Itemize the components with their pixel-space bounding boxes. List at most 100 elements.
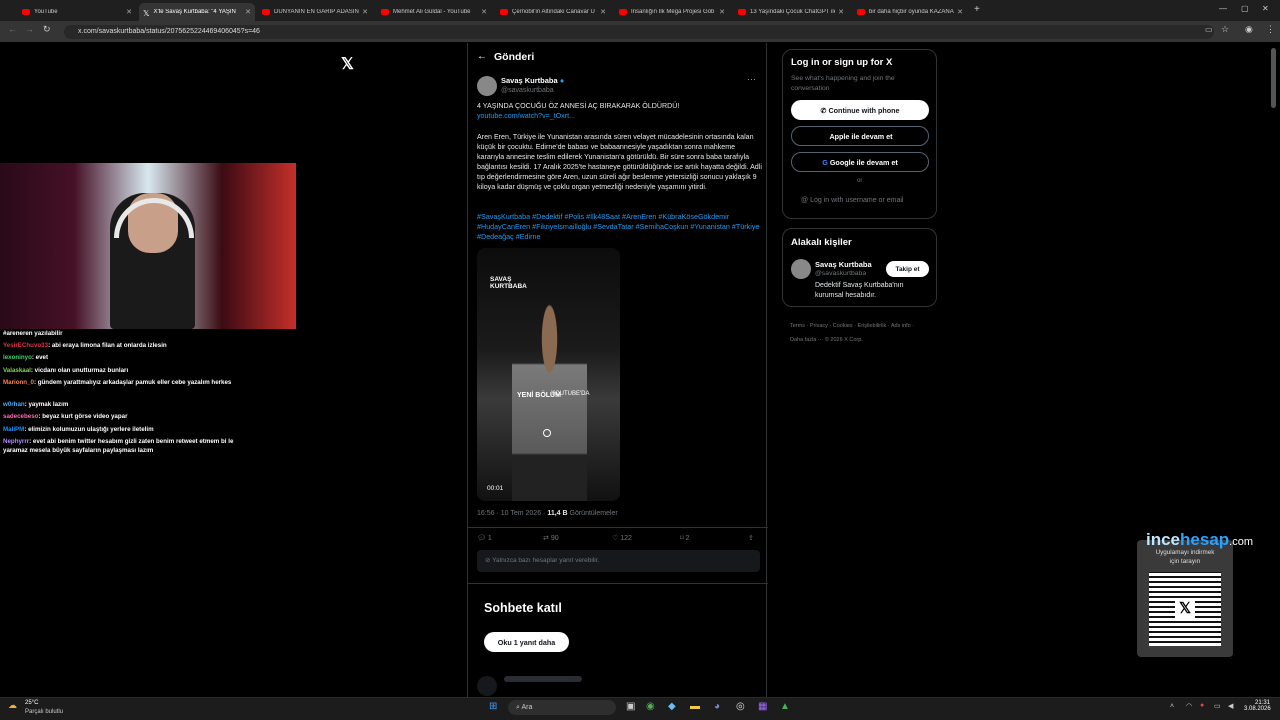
related-avatar[interactable] xyxy=(791,259,811,279)
like-button[interactable]: ♡ 122 xyxy=(612,534,632,542)
volume-icon[interactable]: ◀ xyxy=(1228,702,1233,710)
chrome-icon[interactable]: ◉ xyxy=(646,701,655,712)
reply-button[interactable]: 💬︎ 1 xyxy=(477,534,492,542)
close-tab-icon[interactable]: ✕ xyxy=(481,8,487,16)
close-tab-icon[interactable]: ✕ xyxy=(600,8,606,16)
chat-line: lexoninyo: evet xyxy=(3,354,49,361)
video-brand-logo: SAVAŞ KURTBABA xyxy=(490,276,527,290)
back-icon[interactable]: ← xyxy=(8,24,17,34)
reply-skeleton-line xyxy=(504,676,582,682)
browser-tab-bar: YouTube ✕ 𝕏 X'te Savaş Kurtbaba: "4 YAŞIN ✕… xyxy=(0,0,1280,21)
verified-badge-icon: ● xyxy=(559,76,565,85)
login-subtitle: See what's happening and join the conver… xyxy=(791,75,895,92)
play-indicator-icon[interactable] xyxy=(543,429,551,437)
browser-menu-icon[interactable]: ⋮ xyxy=(1266,24,1275,35)
footer-links[interactable]: Terms · Privacy · Cookies · Erişilebilir… xyxy=(790,323,914,329)
taskbar-search[interactable]: ⌕ Ara xyxy=(508,700,616,715)
related-handle[interactable]: @savaskurtbaba xyxy=(815,270,866,277)
share-button[interactable]: ⇪ xyxy=(748,534,754,542)
reply-restriction-notice: ⊘ Yalnızca bazı hesaplar yanıt verebilir… xyxy=(477,550,760,572)
chat-line: Marionn_0: gündem yarattmalıyız arkadaşl… xyxy=(3,379,232,386)
bookmark-star-icon[interactable]: ☆ xyxy=(1221,24,1229,35)
share-icon: ⇪ xyxy=(748,535,754,542)
tab-5[interactable]: İnsanlığın İlk Mega Projesi Göb ✕ xyxy=(615,3,729,21)
close-tab-icon[interactable]: ✕ xyxy=(245,8,251,16)
divider xyxy=(468,583,768,584)
close-tab-icon[interactable]: ✕ xyxy=(838,8,844,16)
weather-desc[interactable]: Parçalı bulutlu xyxy=(25,709,63,715)
post-video[interactable]: SAVAŞ KURTBABA YENİ BÖLÜM YOUTUBE'DA 00:… xyxy=(477,248,620,501)
qr-caption: Uygulamayı indirmek için tarayın xyxy=(1155,549,1215,565)
more-options-icon[interactable]: ··· xyxy=(747,74,756,84)
url-input[interactable]: x.com/savaskurtbaba/status/2075625224469… xyxy=(64,25,1214,39)
login-username-button[interactable]: @ Log in with username or email xyxy=(801,197,903,204)
tab-6[interactable]: 13 Yaşındaki Çocuk ChatGPT ile ✕ xyxy=(734,3,848,21)
or-divider: or xyxy=(857,178,863,184)
app-icon[interactable]: ◎ xyxy=(736,701,745,712)
app3-icon[interactable]: ▲ xyxy=(780,701,790,712)
mic-icon[interactable]: ● xyxy=(1200,702,1204,709)
apple-signin-button[interactable]: Apple ile devam et xyxy=(791,126,929,146)
incehesap-logo: incehesap.com xyxy=(1146,530,1254,549)
bookmark-button[interactable]: ⌑ 2 xyxy=(680,534,689,542)
profile-icon[interactable]: ◉ xyxy=(1245,24,1253,35)
post-hashtags[interactable]: #SavaşKurtbaba #Dedektif #Polis #İlk48Sa… xyxy=(477,212,762,242)
video-timestamp: 00:01 xyxy=(487,485,504,492)
discord-icon[interactable]: ◕ xyxy=(714,701,720,712)
tab-x-post[interactable]: 𝕏 X'te Savaş Kurtbaba: "4 YAŞIN ✕ xyxy=(139,3,255,21)
tab-7[interactable]: bir daha hiçbir oyunda KAZANA ✕ xyxy=(853,3,967,21)
footer-copyright: Daha fazla ··· © 2026 X Corp. xyxy=(790,337,863,343)
at-icon: ⊘ xyxy=(485,557,491,564)
back-arrow-icon[interactable]: ← xyxy=(477,51,487,62)
follow-button[interactable]: Takip et xyxy=(886,261,929,277)
new-tab-button[interactable]: + xyxy=(974,4,980,15)
tab-2[interactable]: DÜNYANIN EN GARİP ADASIN ✕ xyxy=(258,3,372,21)
author-handle[interactable]: @savaskurtbaba xyxy=(501,87,554,94)
start-windows-icon[interactable]: ⊞ xyxy=(489,701,497,712)
repost-button[interactable]: ⇄ 90 xyxy=(543,534,559,542)
author-name[interactable]: Savaş Kurtbaba ● xyxy=(501,76,564,85)
post-link[interactable]: youtube.com/watch?v=_tOxrt... xyxy=(477,112,575,120)
close-tab-icon[interactable]: ✕ xyxy=(719,8,725,16)
headset-icon[interactable]: ◠ xyxy=(1186,702,1192,710)
bookmark-icon: ⌑ xyxy=(680,535,684,542)
x-icon: 𝕏 xyxy=(143,9,150,18)
folder-icon[interactable]: ▬ xyxy=(690,701,700,712)
clock[interactable]: 21:31 3.08.2026 xyxy=(1244,700,1271,712)
author-avatar[interactable] xyxy=(477,76,497,96)
forward-icon[interactable]: → xyxy=(25,24,34,34)
youtube-icon xyxy=(262,9,270,15)
close-window-icon[interactable]: ✕ xyxy=(1262,4,1269,13)
close-tab-icon[interactable]: ✕ xyxy=(126,8,132,16)
youtube-icon xyxy=(619,9,627,15)
close-tab-icon[interactable]: ✕ xyxy=(362,8,368,16)
post-headline: 4 YAŞINDA ÇOCUĞU ÖZ ANNESİ AÇ BIRAKARAK … xyxy=(477,102,680,110)
related-name[interactable]: Savaş Kurtbaba xyxy=(815,260,872,269)
google-icon: G xyxy=(822,157,828,167)
minimize-icon[interactable]: — xyxy=(1219,4,1227,13)
weather-icon[interactable]: ☁ xyxy=(8,700,17,711)
x-logo-icon[interactable]: 𝕏 xyxy=(341,54,354,74)
at-icon: @ xyxy=(801,197,809,204)
continue-with-phone-button[interactable]: ✆ Continue with phone xyxy=(791,100,929,120)
task-view-icon[interactable]: ▣ xyxy=(626,701,635,712)
read-more-replies-button[interactable]: Oku 1 yanıt daha xyxy=(484,632,569,652)
google-signin-button[interactable]: G Google ile devam et xyxy=(791,152,929,172)
network-icon[interactable]: ▭ xyxy=(1214,702,1221,710)
chat-line: MaliPM: elimizin kolumuzun ulaştığı yerl… xyxy=(3,426,154,433)
tab-4[interactable]: Çernobil'in Altındaki Canavar U ✕ xyxy=(496,3,610,21)
page-scrollbar[interactable] xyxy=(1271,48,1276,108)
weather-temp[interactable]: 25°C xyxy=(25,700,38,706)
youtube-icon xyxy=(381,9,389,15)
maximize-icon[interactable]: ▢ xyxy=(1241,4,1249,13)
reload-icon[interactable]: ↻ xyxy=(43,24,51,35)
steam-icon[interactable]: ◆ xyxy=(668,701,676,712)
related-people-panel: Alakalı kişiler Savaş Kurtbaba @savaskur… xyxy=(782,228,937,307)
app2-icon[interactable]: ▦ xyxy=(758,701,767,712)
phone-icon: ✆ xyxy=(820,105,827,115)
cast-icon[interactable]: ▭ xyxy=(1205,25,1213,34)
tab-3[interactable]: Mehmet Ali Güldal - YouTube ✕ xyxy=(377,3,491,21)
tray-chevron-icon[interactable]: ˄ xyxy=(1170,703,1174,710)
close-tab-icon[interactable]: ✕ xyxy=(957,8,963,16)
tab-youtube[interactable]: YouTube ✕ xyxy=(18,3,136,21)
